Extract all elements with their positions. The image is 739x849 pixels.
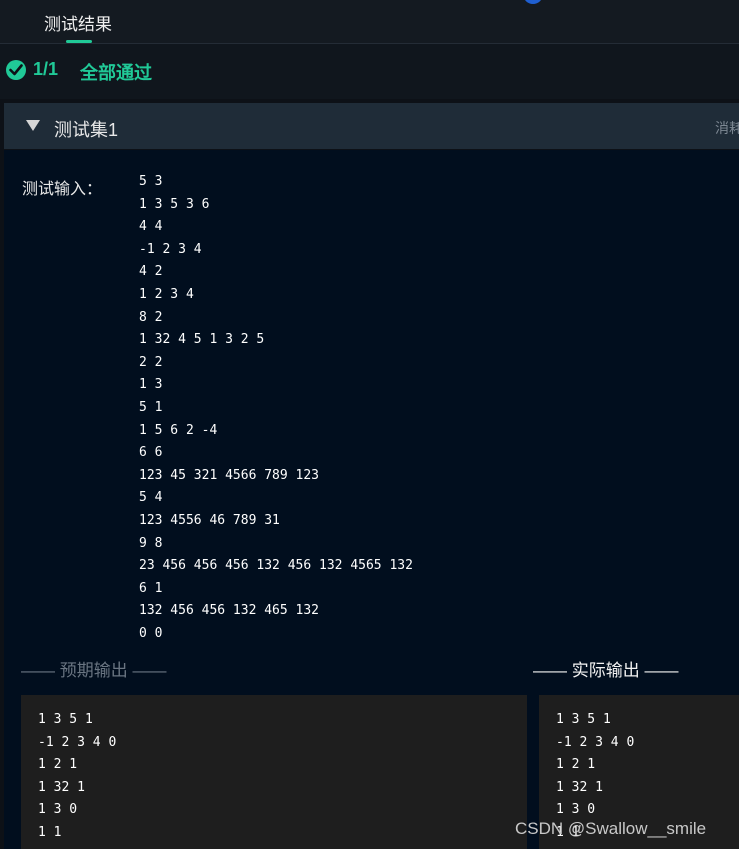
input-line: 9 8 [139,535,163,551]
pass-status-text: 全部通过 [80,63,152,83]
input-line: 1 2 3 4 [139,286,194,302]
input-line: 1 3 5 3 6 [139,196,210,212]
test-input: 5 3 1 3 5 3 6 4 4 -1 2 3 4 4 2 1 2 3 4 8… [139,171,413,645]
expected-line: 1 3 5 1 [38,712,93,727]
input-line: 5 4 [139,490,163,506]
input-line: -1 2 3 4 [139,241,202,257]
input-line: 0 0 [139,625,163,641]
actual-line: 1 3 5 1 [556,712,611,727]
input-line: 6 1 [139,580,163,596]
expected-output-box: 1 3 5 1 -1 2 3 4 0 1 2 1 1 32 1 1 3 0 1 … [21,695,527,849]
expected-output-heading: —— 预期输出 —— [21,661,167,680]
input-line: 5 3 [139,174,163,189]
tab-bar: 测试结果 [0,0,739,44]
input-line: 4 2 [139,264,163,280]
actual-output-heading: —— 实际输出 —— [533,661,679,680]
input-line: 1 32 4 5 1 3 2 5 [139,332,265,348]
input-line: 1 5 6 2 -4 [139,422,218,438]
input-line: 123 45 321 4566 789 123 [139,467,320,483]
input-line: 5 1 [139,399,163,415]
test-set-header[interactable]: 测试集1 消耗 [4,103,739,149]
active-tab-indicator [66,40,92,43]
input-line: 123 4556 46 789 31 [139,512,280,528]
input-line: 2 2 [139,354,163,370]
actual-line: -1 2 3 4 0 [556,734,635,750]
expected-line: 1 1 [38,824,62,840]
expected-line: 1 32 1 [38,779,85,795]
input-line: 6 6 [139,445,163,461]
watermark: CSDN @Swallow__smile [515,819,707,838]
input-line: 132 456 456 132 465 132 [139,603,320,619]
input-line: 4 4 [139,219,163,235]
actual-line: 1 32 1 [556,779,603,795]
collapse-triangle-icon[interactable] [26,120,40,131]
test-set-meta: 消耗 [715,120,739,136]
actual-line: 1 2 1 [556,757,596,773]
tab-test-result[interactable]: 测试结果 [44,10,112,35]
check-circle-icon [6,60,26,80]
drag-handle-icon[interactable] [523,0,543,4]
pass-count: 1/1 [33,59,59,79]
input-label: 测试输入： [22,181,103,198]
expected-line: -1 2 3 4 0 [38,734,117,750]
test-set-title: 测试集1 [54,120,119,140]
expected-line: 1 3 0 [38,802,78,818]
input-line: 23 456 456 456 132 456 132 4565 132 [139,558,413,574]
input-line: 1 3 [139,377,163,393]
test-set-panel: 测试输入： 5 3 1 3 5 3 6 4 4 -1 2 3 4 4 2 1 2… [4,150,739,849]
expected-line: 1 2 1 [38,757,78,773]
input-line: 8 2 [139,309,163,325]
result-summary: 1/1 全部通过 [0,44,739,99]
